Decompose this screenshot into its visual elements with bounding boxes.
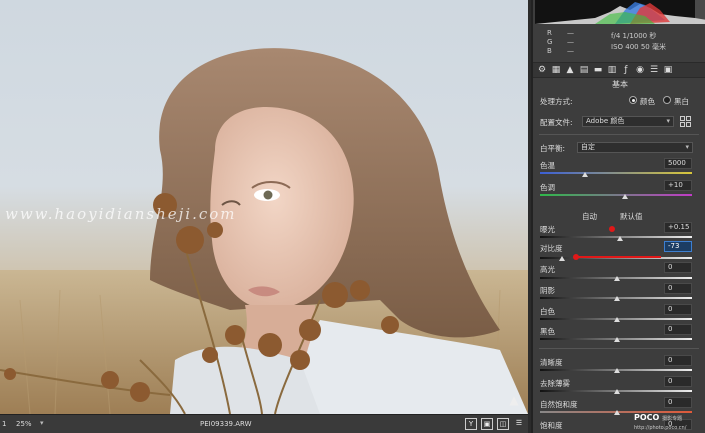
slider-thumb-whites[interactable] (614, 317, 620, 322)
r-label: R (547, 29, 552, 37)
value-temp[interactable]: 5000 (664, 158, 692, 169)
chevron-down-icon: ▾ (666, 117, 670, 125)
treatment-label: 处理方式: (540, 97, 573, 106)
poco-url: http://photo.poco.cn/ (634, 425, 687, 431)
color-option-label: 颜色 (640, 97, 655, 106)
b-label: B (547, 47, 552, 55)
color-radio[interactable] (629, 96, 637, 104)
swap-view-button[interactable]: ◫ (497, 418, 509, 430)
slider-thumb-vibrance[interactable] (614, 410, 620, 415)
divider (539, 348, 699, 349)
value-highlights[interactable]: 0 (664, 262, 692, 273)
g-value: — (567, 38, 574, 46)
annotation-marker (573, 254, 579, 260)
value-dehaze[interactable]: 0 (664, 376, 692, 387)
slider-thumb-dehaze[interactable] (614, 389, 620, 394)
bw-option-label: 黑白 (674, 97, 689, 106)
slider-label-dehaze: 去除薄雾 (540, 379, 570, 388)
value-vibrance[interactable]: 0 (664, 397, 692, 408)
watermark-text: www.haoyidiansheji.com (5, 205, 237, 223)
slider-thumb-blacks[interactable] (614, 337, 620, 342)
lens-icon[interactable]: ▥ (607, 65, 617, 76)
aperture-shutter: f/4 1/1000 秒 (611, 32, 657, 40)
wb-value: 自定 (581, 143, 595, 151)
slider-label-tint: 色调 (540, 183, 555, 192)
compare-view-button[interactable]: ▣ (481, 418, 493, 430)
profile-dropdown[interactable]: Adobe 颜色 ▾ (582, 116, 674, 127)
histogram (535, 0, 705, 24)
value-contrast[interactable]: -73 (664, 241, 692, 252)
slider-thumb-tint[interactable] (622, 194, 628, 199)
chevron-down-icon: ▾ (685, 143, 689, 151)
zoom-level[interactable]: 25% (16, 420, 32, 428)
bottom-toolbar: 1 25% ▾ PEI09339.ARW Y ▣ ◫ ☰ (0, 414, 528, 433)
slider-track-temp[interactable] (540, 172, 692, 174)
slider-thumb-exposure[interactable] (617, 236, 623, 241)
annotation-line (578, 256, 661, 258)
value-exposure[interactable]: +0.15 (664, 222, 692, 233)
y-view-button[interactable]: Y (465, 418, 477, 430)
poco-sub: 摄影专题 (662, 416, 683, 422)
auto-button[interactable]: 自动 (582, 211, 597, 222)
calibration-icon[interactable]: ◉ (635, 65, 645, 76)
poco-brand: POCO (634, 413, 660, 422)
tone-curve-icon[interactable]: ▦ (551, 65, 561, 76)
bw-radio[interactable] (663, 96, 671, 104)
g-label: G (547, 38, 553, 46)
basic-tab-icon[interactable]: ⚙ (537, 65, 547, 76)
slider-track-tint[interactable] (540, 194, 692, 196)
profile-browser-icon[interactable] (680, 116, 692, 128)
slider-thumb-highlights[interactable] (614, 276, 620, 281)
slider-track-exposure[interactable] (540, 236, 692, 238)
slider-label-temp: 色温 (540, 161, 555, 170)
value-tint[interactable]: +10 (664, 180, 692, 191)
slider-label-exposure: 曝光 (540, 225, 555, 234)
value-blacks[interactable]: 0 (664, 324, 692, 335)
section-title: 基本 (612, 80, 628, 89)
zoom-dropdown-icon[interactable]: ▾ (40, 419, 44, 427)
wb-dropdown[interactable]: 自定 ▾ (577, 142, 693, 153)
split-toning-icon[interactable]: ▬ (593, 65, 603, 76)
slider-label-whites: 白色 (540, 307, 555, 316)
value-shadows[interactable]: 0 (664, 283, 692, 294)
photo-preview[interactable]: www.haoyidiansheji.com ▲ (0, 0, 528, 414)
b-value: — (567, 47, 574, 55)
left-marker: 1 (2, 420, 7, 428)
camera-info: R G B — — — f/4 1/1000 秒 ISO 400 50 毫米 (533, 26, 705, 60)
fx-icon[interactable]: ƒ (621, 65, 631, 76)
slider-thumb-shadows[interactable] (614, 296, 620, 301)
value-clarity[interactable]: 0 (664, 355, 692, 366)
default-button[interactable]: 默认值 (620, 211, 643, 222)
iso-focal: ISO 400 50 毫米 (611, 43, 666, 51)
panel-tabs: ⚙ ▦ ▲ ▤ ▬ ▥ ƒ ◉ ☰ ▣ (533, 62, 705, 78)
slider-label-clarity: 清晰度 (540, 358, 563, 367)
view-settings-icon[interactable]: ☰ (513, 418, 525, 430)
slider-thumb-temp[interactable] (582, 172, 588, 177)
profile-label: 配置文件: (540, 118, 573, 127)
warning-icon[interactable]: ▲ (507, 393, 521, 407)
detail-icon[interactable]: ▲ (565, 65, 575, 76)
wb-label: 白平衡: (540, 144, 566, 153)
annotation-marker (609, 226, 615, 232)
slider-label-highlights: 高光 (540, 265, 555, 274)
slider-label-blacks: 黑色 (540, 327, 555, 336)
slider-label-shadows: 阴影 (540, 286, 555, 295)
slider-label-vibrance: 自然饱和度 (540, 400, 578, 409)
slider-label-saturation: 饱和度 (540, 421, 563, 430)
slider-label-contrast: 对比度 (540, 244, 563, 253)
poco-watermark: POCO 摄影专题 http://photo.poco.cn/ (634, 413, 686, 431)
profile-value: Adobe 颜色 (586, 117, 625, 125)
camera-raw-window: { "photo": { "watermark": "www.haoyidian… (0, 0, 705, 433)
snapshots-icon[interactable]: ▣ (663, 65, 673, 76)
r-value: — (567, 29, 574, 37)
filename: PEI09339.ARW (200, 420, 252, 428)
presets-icon[interactable]: ☰ (649, 65, 659, 76)
slider-thumb-contrast[interactable] (559, 256, 565, 261)
hsl-icon[interactable]: ▤ (579, 65, 589, 76)
slider-thumb-clarity[interactable] (614, 368, 620, 373)
divider (539, 134, 699, 135)
value-whites[interactable]: 0 (664, 304, 692, 315)
